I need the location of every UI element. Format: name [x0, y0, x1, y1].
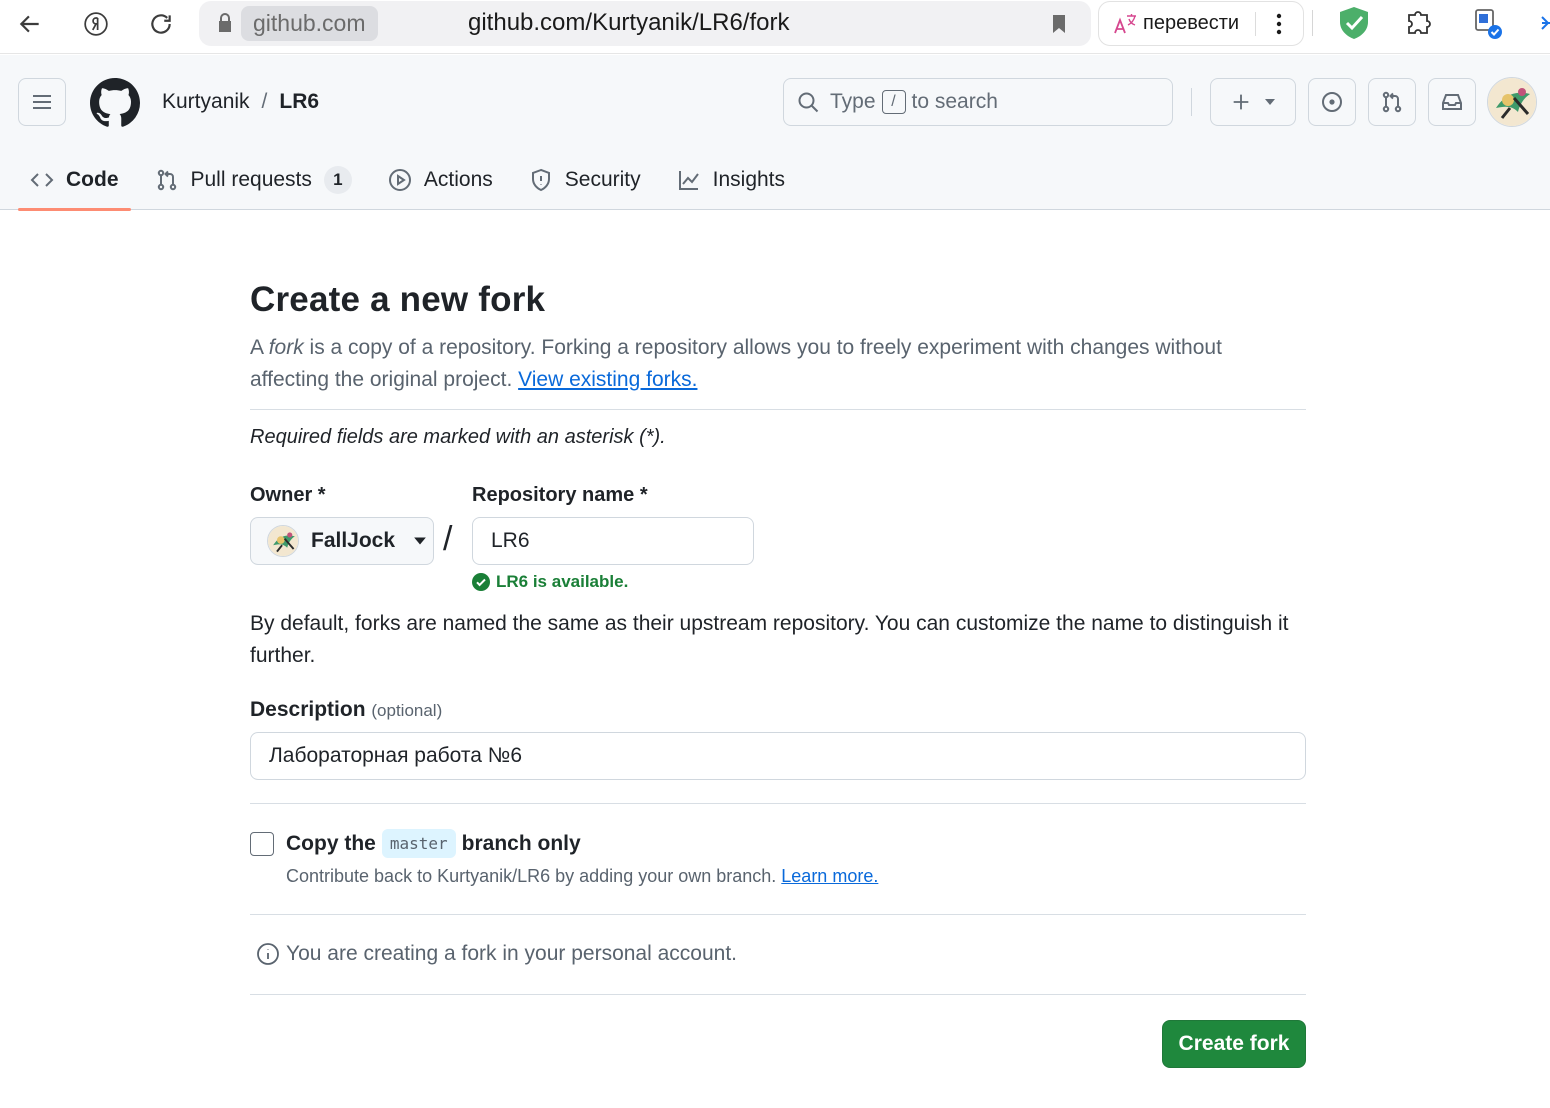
url-host: github.com — [241, 6, 378, 41]
extension-puzzle-icon[interactable] — [1401, 5, 1437, 41]
check-circle-icon — [472, 573, 490, 591]
copy-branch-note: Contribute back to Kurtyanik/LR6 by addi… — [286, 866, 879, 886]
tab-security[interactable]: Security — [517, 150, 653, 210]
availability-status: LR6 is available. — [472, 572, 628, 592]
search-suffix: to search — [911, 90, 998, 113]
breadcrumb-separator: / — [261, 90, 268, 113]
optional-tag: (optional) — [371, 701, 443, 720]
breadcrumb-repo[interactable]: LR6 — [279, 90, 319, 114]
github-header: Kurtyanik / LR6 Type / to search Code Pu… — [0, 55, 1550, 211]
owner-repo-separator: / — [443, 520, 453, 558]
issues-icon[interactable] — [1308, 78, 1356, 126]
description-label: Description (optional) — [250, 698, 443, 721]
menu-hamburger-icon[interactable] — [18, 78, 66, 126]
fork-form: Create a new fork A fork is a copy of a … — [250, 280, 1306, 1068]
git-pull-request-icon — [157, 169, 176, 191]
user-avatar[interactable] — [1487, 77, 1537, 127]
divider — [250, 914, 1306, 915]
branch-name-chip: master — [381, 829, 456, 858]
browser-toolbar: github.com github.com/Kurtyanik/LR6/fork… — [0, 0, 1550, 54]
search-shortcut-key: / — [881, 90, 906, 114]
divider — [250, 994, 1306, 995]
back-arrow-icon[interactable] — [12, 6, 48, 42]
play-icon — [388, 169, 411, 191]
more-extensions-icon[interactable] — [1530, 5, 1550, 41]
header-divider — [1191, 88, 1192, 116]
page-title: Create a new fork — [250, 280, 546, 319]
repo-tabs: Code Pull requests 1 Actions Security In… — [18, 150, 809, 211]
availability-text: LR6 is available. — [496, 572, 629, 591]
translate-divider — [1255, 12, 1256, 36]
tab-actions[interactable]: Actions — [376, 150, 505, 210]
view-existing-forks-link[interactable]: View existing forks. — [518, 368, 697, 391]
triangle-down-icon — [414, 537, 426, 545]
yandex-icon[interactable] — [78, 6, 114, 42]
learn-more-link[interactable]: Learn more. — [781, 866, 878, 886]
more-vertical-icon[interactable] — [1265, 8, 1293, 40]
search-prefix: Type — [830, 90, 876, 113]
tab-insights[interactable]: Insights — [665, 150, 797, 210]
personal-account-note: You are creating a fork in your personal… — [256, 942, 737, 966]
info-icon — [257, 943, 279, 965]
search-input[interactable]: Type / to search — [783, 78, 1173, 126]
create-fork-button[interactable]: Create fork — [1162, 1020, 1306, 1068]
inbox-icon[interactable] — [1428, 78, 1476, 126]
search-icon — [798, 92, 819, 113]
url-text[interactable]: github.com/Kurtyanik/LR6/fork — [468, 9, 789, 37]
tab-label: Security — [564, 168, 641, 191]
divider — [250, 803, 1306, 804]
plus-icon — [1233, 94, 1249, 110]
divider — [250, 409, 1306, 410]
bookmark-icon[interactable] — [1047, 11, 1071, 37]
tab-label: Insights — [712, 168, 786, 191]
screen-capture-icon[interactable] — [1470, 5, 1506, 41]
pull-requests-icon[interactable] — [1368, 78, 1416, 126]
tab-label: Code — [66, 168, 119, 191]
reload-icon[interactable] — [143, 6, 179, 42]
copy-branch-label[interactable]: Copy the master branch only — [286, 829, 581, 858]
breadcrumb-owner[interactable]: Kurtyanik — [162, 90, 250, 114]
repository-name-input[interactable] — [472, 517, 754, 565]
tab-code[interactable]: Code — [18, 150, 131, 211]
code-icon — [30, 173, 54, 187]
tab-label: Actions — [423, 168, 493, 191]
pull-requests-count: 1 — [323, 166, 352, 194]
lock-icon — [219, 13, 231, 32]
create-new-button[interactable] — [1210, 78, 1296, 126]
graph-icon — [678, 171, 699, 190]
translate-label: перевести — [1143, 12, 1240, 34]
repository-name-label: Repository name * — [472, 484, 648, 506]
github-logo-icon[interactable] — [90, 78, 140, 128]
tab-label: Pull requests — [190, 168, 312, 191]
owner-dropdown[interactable]: FallJock — [250, 517, 434, 565]
default-name-note: By default, forks are named the same as … — [250, 612, 1289, 667]
triangle-down-icon — [1265, 99, 1275, 105]
owner-name: FallJock — [311, 529, 396, 552]
tab-pull-requests[interactable]: Pull requests 1 — [143, 150, 364, 210]
shield-icon — [531, 168, 550, 192]
address-bar[interactable]: github.com github.com/Kurtyanik/LR6/fork — [199, 1, 1091, 46]
copy-branch-checkbox[interactable] — [250, 832, 274, 856]
translate-icon — [1114, 14, 1136, 34]
fork-description: A fork is a copy of a repository. Forkin… — [250, 336, 1222, 391]
extension-divider — [1312, 10, 1313, 36]
adguard-shield-icon[interactable] — [1336, 5, 1372, 41]
required-fields-note: Required fields are marked with an aster… — [250, 426, 666, 448]
description-input[interactable] — [250, 732, 1306, 780]
translate-control[interactable]: перевести — [1098, 1, 1304, 46]
owner-label: Owner * — [250, 484, 326, 506]
owner-avatar — [267, 525, 299, 557]
breadcrumb: Kurtyanik / LR6 — [162, 90, 319, 114]
